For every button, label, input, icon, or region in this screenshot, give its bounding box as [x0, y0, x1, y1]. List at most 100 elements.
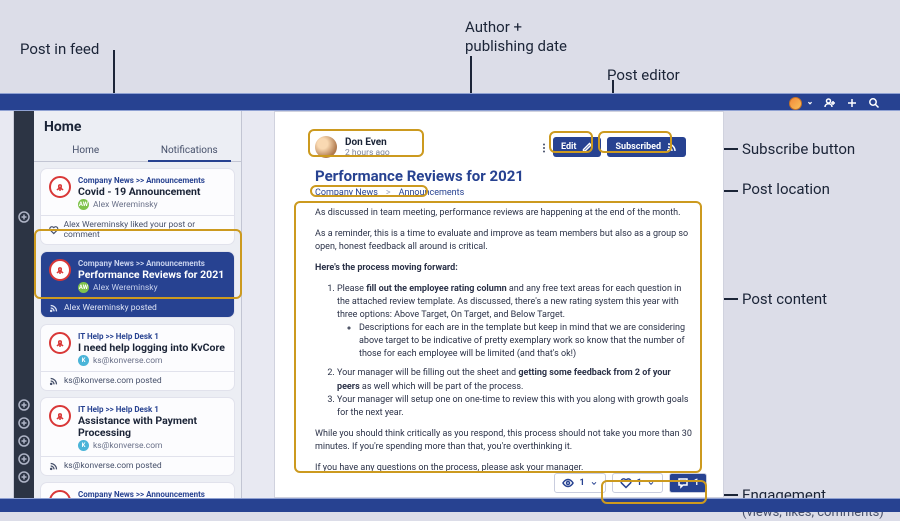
rss-icon: [666, 141, 678, 153]
post-title: Performance Reviews for 2021: [315, 167, 524, 185]
feed-card-footer: ks@konverse.com posted: [41, 456, 234, 475]
feed-card-footer: Alex Wereminsky liked your post or comme…: [41, 215, 234, 244]
feed-card[interactable]: Company News >> AnnouncementsCovid - 19 …: [40, 168, 235, 245]
label-post-editor: Post editor: [607, 66, 680, 85]
rail-add-icon[interactable]: [18, 211, 30, 223]
feed-card[interactable]: Company News >> AnnouncementsPerformance…: [40, 251, 235, 318]
rail-icon-1[interactable]: [18, 399, 30, 411]
feed-list: Company News >> AnnouncementsCovid - 19 …: [34, 168, 241, 498]
breadcrumb-b[interactable]: Announcements: [399, 188, 465, 198]
post-li3: Your manager will setup one on one-time …: [337, 394, 693, 420]
author-avatar-tiny: K: [78, 440, 89, 451]
comments-count: 1: [694, 478, 699, 488]
rss-icon: [49, 303, 59, 313]
post-p4: While you should think critically as you…: [315, 428, 693, 454]
likes-count: 1: [637, 478, 642, 488]
post-meta: Don Even 2 hours ago: [315, 136, 390, 158]
sidebar-heading: Home: [34, 111, 241, 139]
feed-card[interactable]: IT Help >> Help Desk 1I need help loggin…: [40, 324, 235, 391]
current-user-avatar[interactable]: [789, 97, 802, 110]
sidebar: Home Home Notifications Company News >> …: [34, 111, 242, 498]
add-person-icon[interactable]: [824, 97, 836, 109]
rail-icon-5[interactable]: [18, 471, 30, 483]
left-rail: [14, 111, 34, 498]
chevron-down-icon: [647, 479, 655, 487]
broadcast-icon: [49, 490, 71, 498]
breadcrumb-a[interactable]: Company News: [315, 188, 378, 198]
tab-home[interactable]: Home: [34, 139, 138, 161]
breadcrumb: Company News > Announcements: [315, 188, 464, 198]
label-post-content: Post content: [742, 290, 827, 309]
post-content: As discussed in team meeting, performanc…: [315, 207, 693, 472]
app-bottombar: [0, 498, 900, 512]
rail-icon-4[interactable]: [18, 453, 30, 465]
app-topbar: [0, 93, 900, 111]
post-panel: Don Even 2 hours ago Edit Subscribed Per…: [274, 111, 724, 498]
rail-icon-3[interactable]: [18, 435, 30, 447]
post-p1: As discussed in team meeting, performanc…: [315, 207, 693, 220]
feed-card[interactable]: IT Help >> Help Desk 1Assistance with Pa…: [40, 397, 235, 476]
post-p2: As a reminder, this is a time to evaluat…: [315, 228, 693, 254]
heart-icon: [49, 225, 59, 235]
author-avatar[interactable]: [315, 136, 337, 158]
feed-card-title: I need help logging into KvCore: [78, 342, 226, 354]
sidebar-tabs: Home Notifications: [34, 139, 241, 162]
feed-card[interactable]: Company News >> AnnouncementsToday's Mee…: [40, 482, 235, 498]
broadcast-icon: [49, 259, 71, 281]
label-subscribe-button: Subscribe button: [742, 140, 855, 159]
feed-card-title: Covid - 19 Announcement: [78, 186, 226, 198]
feed-card-author: Kks@konverse.com: [78, 355, 226, 366]
rss-icon: [49, 376, 59, 386]
pencil-icon: [581, 141, 593, 153]
search-icon[interactable]: [868, 97, 880, 109]
eye-icon: [562, 477, 574, 489]
plus-icon[interactable]: [846, 97, 858, 109]
author-name: Don Even: [345, 137, 390, 148]
comments-stat[interactable]: 1: [669, 473, 707, 493]
broadcast-icon: [49, 405, 71, 427]
chevron-down-icon[interactable]: [806, 99, 814, 107]
subscribe-button[interactable]: Subscribed: [607, 137, 686, 157]
author-avatar-tiny: K: [78, 355, 89, 366]
broadcast-icon: [49, 176, 71, 198]
heart-icon: [620, 477, 632, 489]
feed-card-category: Company News >> Announcements: [78, 490, 226, 498]
mid-gap: [242, 111, 274, 498]
feed-card-category: IT Help >> Help Desk 1: [78, 332, 226, 341]
feed-card-author: Kks@konverse.com: [78, 440, 226, 451]
feed-card-footer: Alex Wereminsky posted: [41, 298, 234, 317]
label-post-location: Post location: [742, 180, 830, 199]
author-avatar-tiny: AW: [78, 199, 89, 210]
views-stat[interactable]: 1: [554, 473, 605, 493]
post-p5: If you have any questions on the process…: [315, 462, 693, 472]
label-post-in-feed: Post in feed: [20, 40, 99, 59]
feed-card-category: IT Help >> Help Desk 1: [78, 405, 226, 414]
views-count: 1: [579, 478, 584, 488]
post-li1-sub: Descriptions for each are in the templat…: [359, 322, 693, 361]
comment-icon: [677, 477, 689, 489]
chevron-down-icon: [590, 479, 598, 487]
tab-notifications[interactable]: Notifications: [138, 139, 242, 161]
feed-card-category: Company News >> Announcements: [78, 176, 226, 185]
feed-card-footer: ks@konverse.com posted: [41, 371, 234, 390]
publish-date: 2 hours ago: [345, 148, 390, 158]
likes-stat[interactable]: 1: [612, 473, 663, 493]
kebab-menu-icon[interactable]: [538, 142, 550, 154]
broadcast-icon: [49, 332, 71, 354]
outer-left-band: [0, 111, 14, 498]
post-p3: Here's the process moving forward:: [315, 262, 693, 275]
post-li2: Your manager will be filling out the she…: [337, 367, 693, 393]
feed-card-title: Assistance with Payment Processing: [78, 415, 226, 439]
edit-button[interactable]: Edit: [553, 137, 601, 157]
feed-card-author: AWAlex Wereminsky: [78, 282, 226, 293]
subscribe-button-label: Subscribed: [615, 142, 661, 152]
feed-card-author: AWAlex Wereminsky: [78, 199, 226, 210]
feed-card-title: Performance Reviews for 2021: [78, 269, 226, 281]
feed-card-category: Company News >> Announcements: [78, 259, 226, 268]
engagement-bar: 1 1 1: [554, 473, 707, 493]
rail-icon-2[interactable]: [18, 417, 30, 429]
post-li1: Please fill out the employee rating colu…: [337, 283, 693, 361]
label-author-date: Author +publishing date: [465, 18, 567, 56]
breadcrumb-sep: >: [386, 188, 391, 198]
rss-icon: [49, 461, 59, 471]
